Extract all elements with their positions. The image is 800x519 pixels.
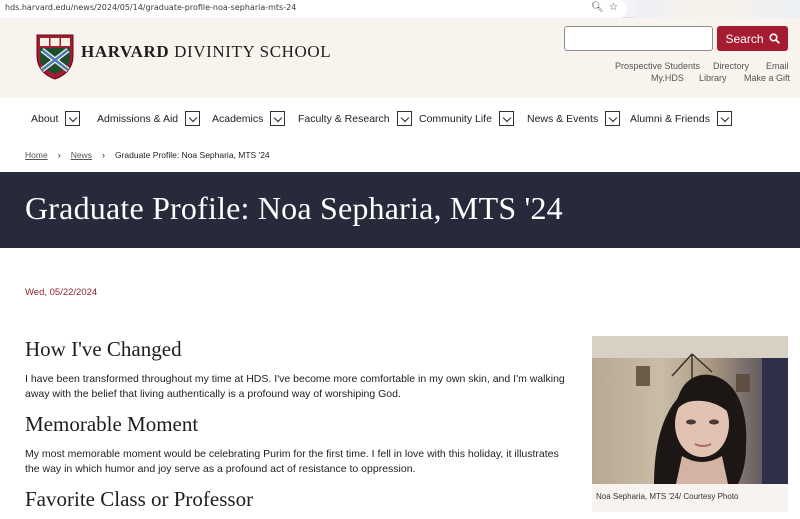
chevron-down-icon[interactable] — [498, 111, 514, 126]
page-title: Graduate Profile: Noa Sepharia, MTS '24 — [25, 190, 563, 226]
nav-label: About — [31, 112, 59, 125]
chevron-right-icon: › — [101, 150, 105, 160]
link-email[interactable]: Email — [766, 61, 789, 71]
article-date: Wed, 05/22/2024 — [25, 287, 98, 298]
chevron-down-icon[interactable] — [185, 111, 201, 126]
url-field[interactable]: hds.harvard.edu/news/2024/05/14/graduate… — [0, 0, 627, 18]
url-text: hds.harvard.edu/news/2024/05/14/graduate… — [5, 3, 297, 12]
section-heading-favorite-class: Favorite Class or Professor — [25, 487, 254, 511]
nav-community-life[interactable]: Community Life — [419, 111, 514, 126]
section-text-memorable-moment: My most memorable moment would be celebr… — [25, 448, 559, 475]
link-my-hds[interactable]: My.HDS — [651, 73, 684, 83]
nav-news-events[interactable]: News & Events — [527, 111, 621, 126]
section-heading-how-ive-changed: How I've Changed — [25, 337, 182, 361]
nav-label: Community Life — [419, 112, 492, 125]
star-icon[interactable]: ☆ — [609, 2, 618, 14]
main-navigation: About Admissions & Aid Academics Faculty… — [0, 98, 800, 142]
harvard-shield-icon[interactable] — [36, 34, 74, 80]
chevron-down-icon[interactable] — [716, 111, 732, 126]
breadcrumb-current: Graduate Profile: Noa Sepharia, MTS '24 — [114, 150, 270, 160]
nav-label: Alumni & Friends — [630, 112, 710, 125]
page-title-band: Graduate Profile: Noa Sepharia, MTS '24 — [0, 172, 800, 248]
link-prospective-students[interactable]: Prospective Students — [615, 61, 700, 71]
breadcrumb: Home › News › Graduate Profile: Noa Seph… — [25, 150, 270, 160]
chevron-down-icon[interactable] — [270, 111, 286, 126]
browser-toolbar-area — [635, 0, 800, 18]
breadcrumb-news[interactable]: News — [71, 150, 92, 160]
nav-faculty-research[interactable]: Faculty & Research — [298, 111, 412, 126]
link-library[interactable]: Library — [699, 73, 727, 83]
profile-photo-figure: Noa Sepharia, MTS '24/ Courtesy Photo — [592, 336, 788, 512]
chevron-down-icon[interactable] — [605, 111, 621, 126]
section-heading-memorable-moment: Memorable Moment — [25, 412, 199, 436]
nav-label: News & Events — [527, 112, 599, 125]
search-button[interactable]: Search — [717, 26, 788, 51]
profile-photo — [592, 336, 788, 484]
photo-caption: Noa Sepharia, MTS '24/ Courtesy Photo — [596, 492, 739, 501]
search-input[interactable] — [564, 26, 713, 51]
chevron-right-icon: › — [57, 150, 61, 160]
zoom-icon[interactable]: 🔍︎ — [591, 2, 604, 14]
nav-label: Faculty & Research — [298, 112, 390, 125]
nav-academics[interactable]: Academics — [212, 111, 286, 126]
site-header: HARVARD DIVINITY SCHOOL Search Prospecti… — [0, 18, 800, 98]
logo-harvard: HARVARD — [81, 42, 170, 61]
nav-label: Admissions & Aid — [97, 112, 179, 125]
search-icon — [768, 33, 780, 44]
link-make-a-gift[interactable]: Make a Gift — [744, 73, 790, 83]
nav-admissions-aid[interactable]: Admissions & Aid — [97, 111, 201, 126]
browser-address-bar: hds.harvard.edu/news/2024/05/14/graduate… — [0, 0, 800, 18]
chevron-down-icon[interactable] — [396, 111, 412, 126]
search-button-label: Search — [725, 31, 764, 46]
nav-label: Academics — [212, 112, 264, 125]
chevron-down-icon[interactable] — [65, 111, 81, 126]
logo-school: DIVINITY SCHOOL — [169, 42, 332, 61]
nav-about[interactable]: About — [31, 111, 81, 126]
breadcrumb-home[interactable]: Home — [25, 150, 48, 160]
site-logo-text[interactable]: HARVARD DIVINITY SCHOOL — [81, 42, 331, 62]
nav-alumni-friends[interactable]: Alumni & Friends — [630, 111, 732, 126]
section-text-how-ive-changed: I have been transformed throughout my ti… — [25, 373, 565, 400]
link-directory[interactable]: Directory — [713, 61, 749, 71]
